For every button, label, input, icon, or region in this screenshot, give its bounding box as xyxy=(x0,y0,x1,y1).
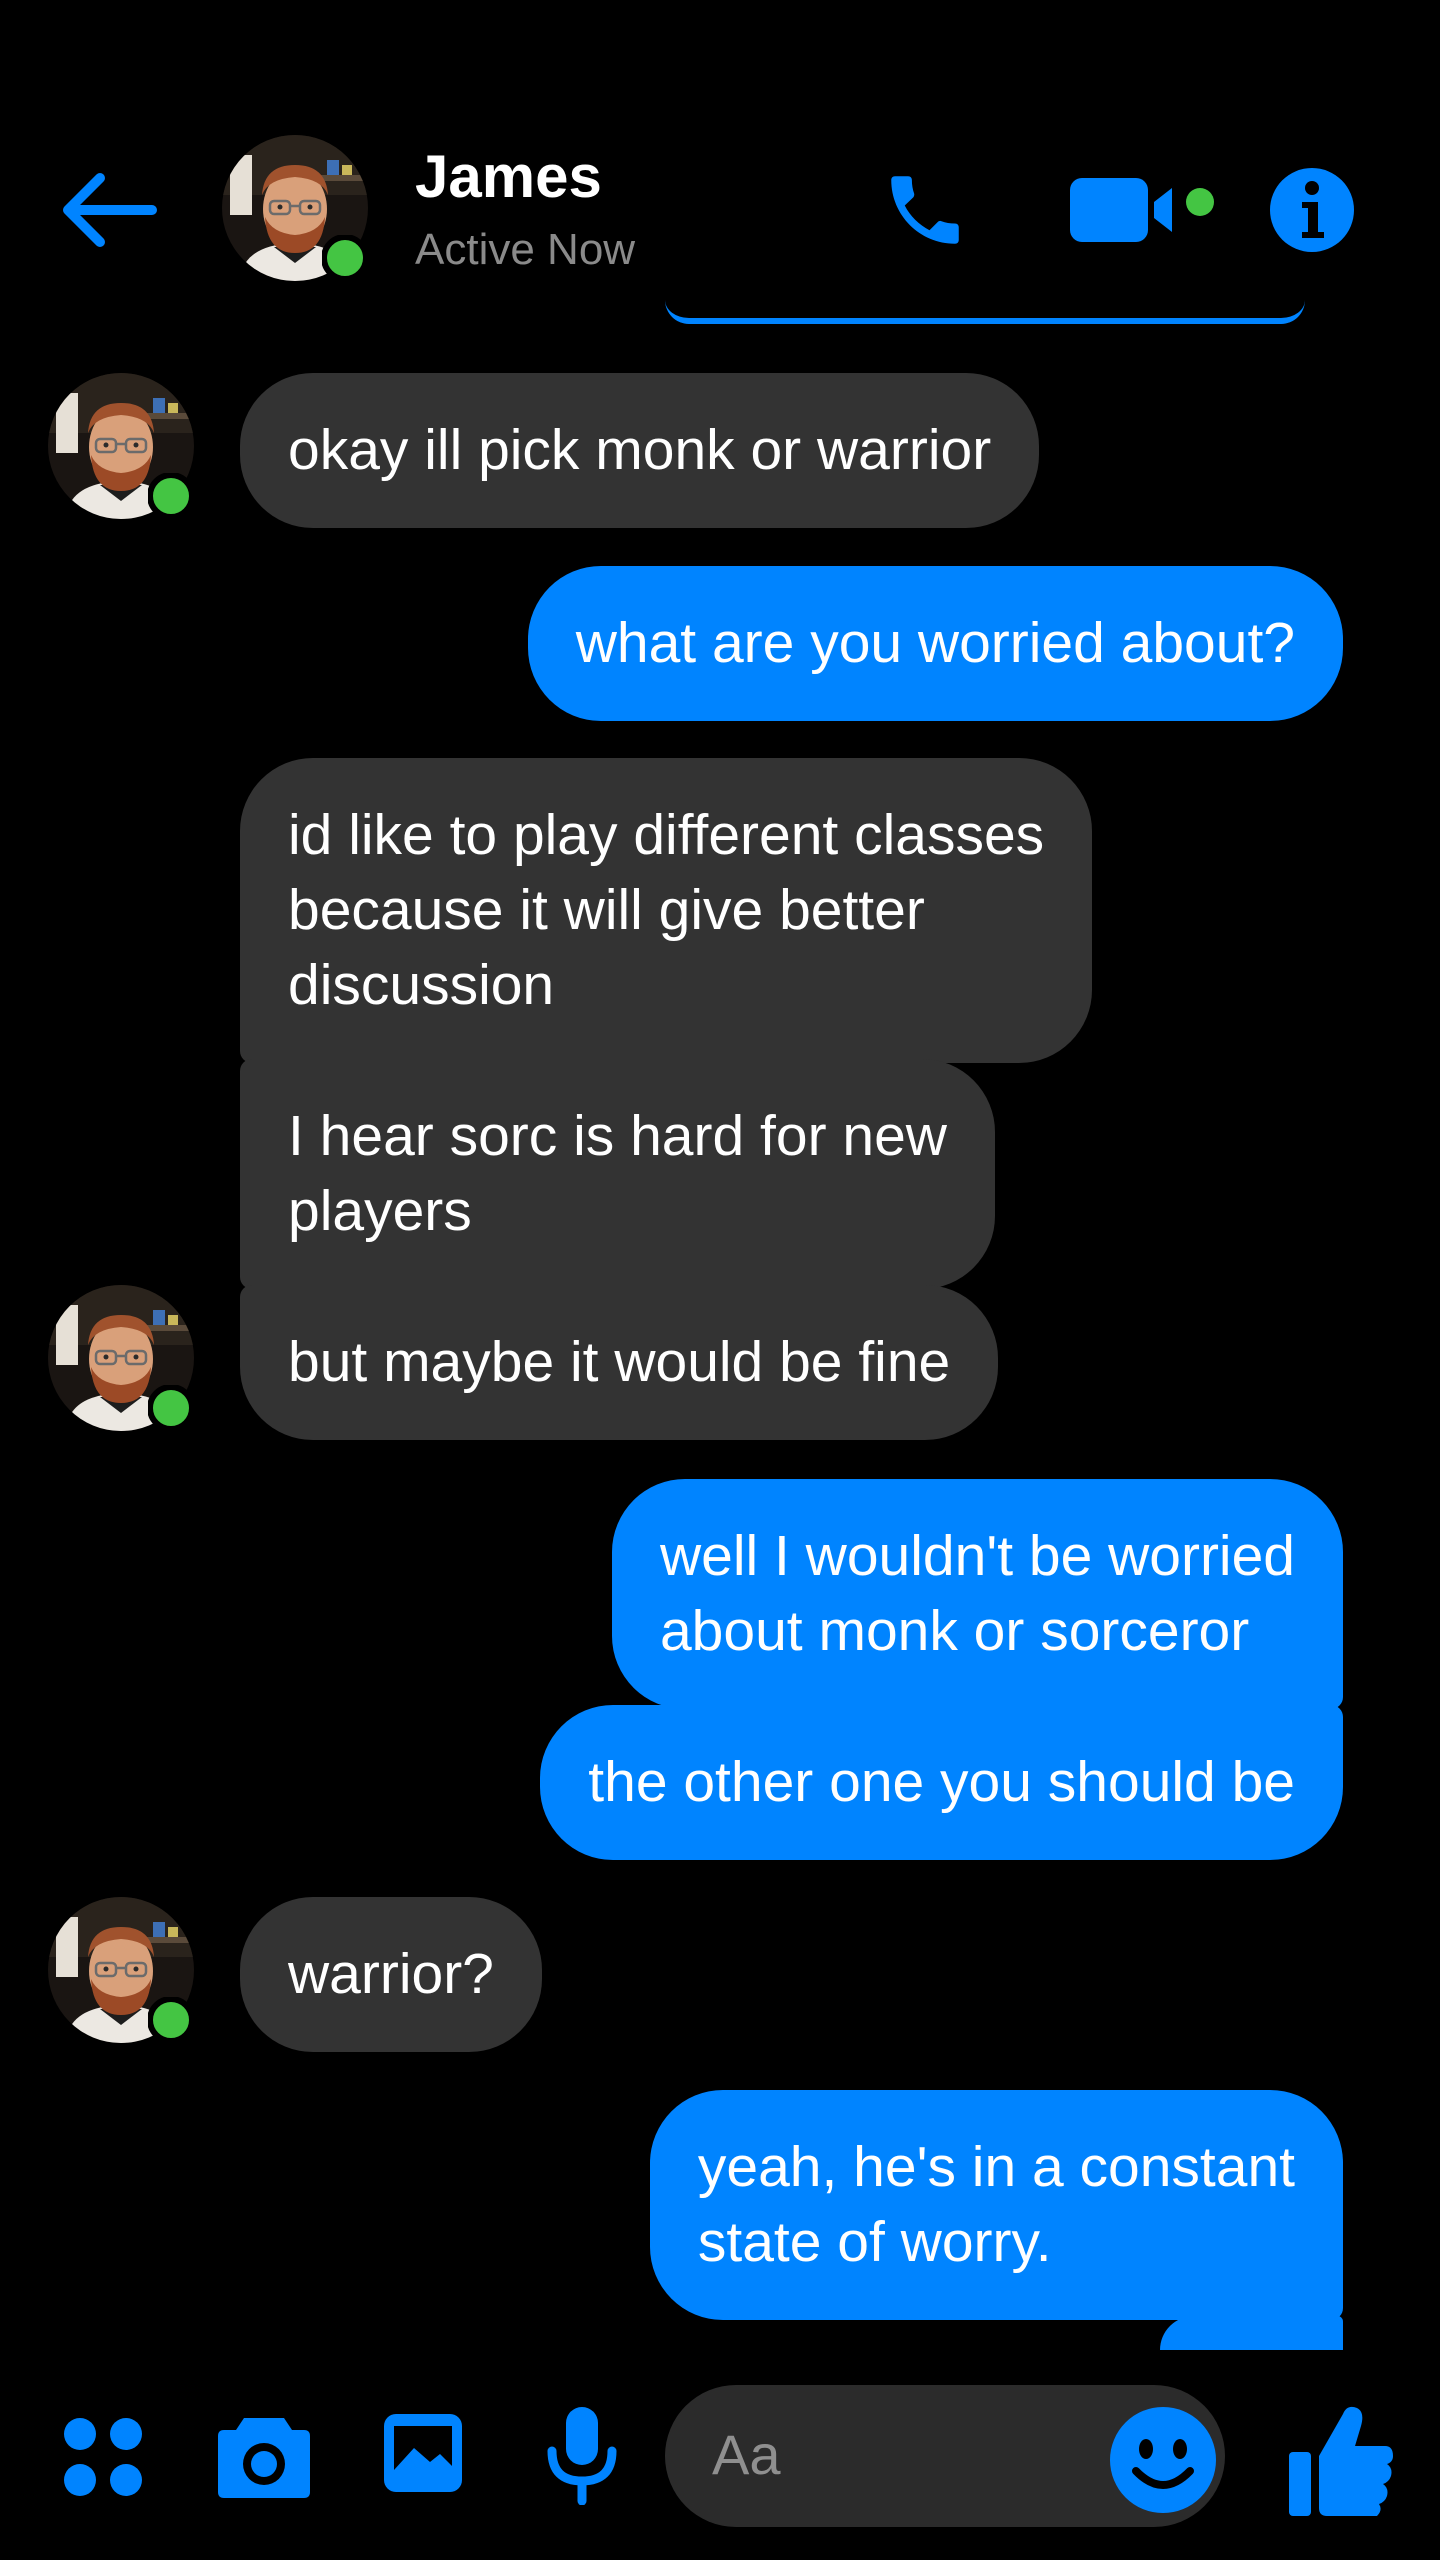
microphone-icon[interactable] xyxy=(546,2405,618,2506)
online-indicator-icon xyxy=(322,235,368,281)
contact-status: Active Now xyxy=(415,225,636,274)
message-incoming[interactable]: I hear sorc is hard for new players xyxy=(240,1059,995,1289)
phone-icon[interactable] xyxy=(880,165,970,255)
online-indicator-icon xyxy=(148,1385,194,1431)
info-icon[interactable] xyxy=(1268,166,1356,254)
image-icon[interactable] xyxy=(382,2412,464,2494)
previous-message-edge xyxy=(665,300,1305,324)
contact-name[interactable]: James xyxy=(415,142,602,212)
online-indicator-icon xyxy=(148,1997,194,2043)
video-camera-icon[interactable] xyxy=(1068,172,1228,248)
four-dots-icon[interactable] xyxy=(62,2416,144,2498)
conversation-header: James Active Now xyxy=(0,0,1440,324)
message-line: state of worry. xyxy=(697,2210,1052,2274)
contact-avatar[interactable] xyxy=(222,135,368,281)
message-line: id like to play different classes xyxy=(288,803,1045,867)
message-outgoing[interactable]: yeah, he's in a constant state of worry. xyxy=(649,2090,1343,2320)
message-outgoing[interactable]: well I wouldn't be worried about monk or… xyxy=(611,1479,1343,1709)
back-arrow-icon[interactable] xyxy=(60,170,160,250)
message-incoming[interactable]: but maybe it would be fine xyxy=(240,1285,999,1440)
message-incoming[interactable]: id like to play different classes becaus… xyxy=(240,758,1093,1063)
message-line: I hear sorc is hard for new xyxy=(288,1104,947,1168)
camera-icon[interactable] xyxy=(216,2410,312,2500)
smiley-icon[interactable] xyxy=(1108,2405,1218,2515)
message-outgoing[interactable]: what are you worried about? xyxy=(527,566,1343,721)
next-message-edge xyxy=(1160,2316,1343,2350)
message-line: yeah, he's in a constant xyxy=(697,2135,1295,2199)
message-line: because it will give better xyxy=(288,878,925,942)
message-line: about monk or sorceror xyxy=(659,1599,1250,1663)
message-line: well I wouldn't be worried xyxy=(659,1524,1295,1588)
message-line: discussion xyxy=(288,953,555,1017)
message-incoming[interactable]: okay ill pick monk or warrior xyxy=(240,373,1040,528)
thumbs-up-icon[interactable] xyxy=(1285,2400,1395,2520)
message-outgoing[interactable]: the other one you should be xyxy=(540,1705,1343,1860)
online-indicator-icon xyxy=(148,473,194,519)
sender-avatar[interactable] xyxy=(48,1897,194,2043)
message-incoming[interactable]: warrior? xyxy=(240,1897,542,2052)
sender-avatar[interactable] xyxy=(48,373,194,519)
message-input-placeholder: Aa xyxy=(712,2423,781,2486)
sender-avatar[interactable] xyxy=(48,1285,194,1431)
message-line: players xyxy=(288,1179,472,1243)
